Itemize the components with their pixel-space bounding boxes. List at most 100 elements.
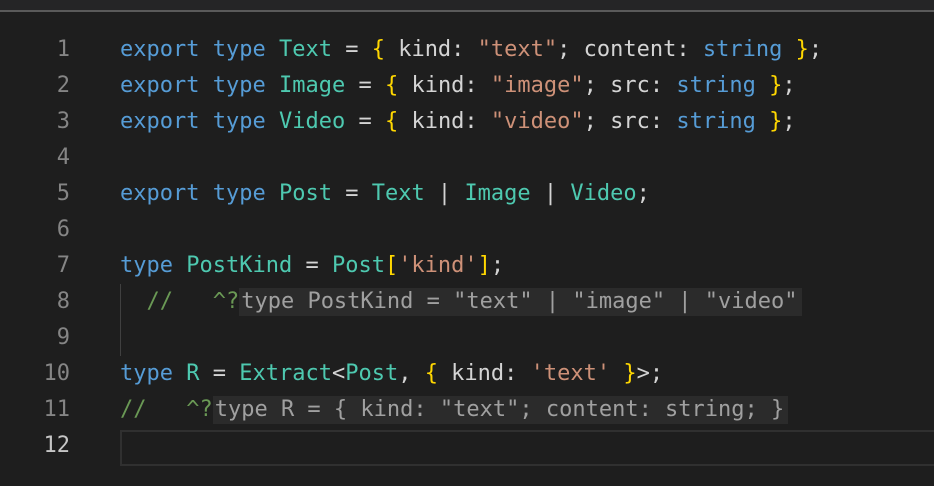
code-line[interactable]: 7 type PostKind = Post['kind']; (0, 248, 934, 284)
code-token: type (120, 361, 173, 386)
code-token: } (769, 109, 783, 134)
code-token: ; (490, 253, 505, 278)
code-token: // ^? (120, 289, 240, 314)
code-line[interactable]: 9 (0, 320, 934, 356)
code-token: string (676, 73, 756, 98)
line-number: 3 (56, 109, 70, 134)
code-token: kind: (398, 73, 491, 98)
code-token: ] (477, 253, 491, 278)
code-token: export (120, 109, 200, 134)
line-number: 6 (56, 217, 70, 242)
code-token: Video (278, 109, 346, 134)
code-token: string (702, 37, 783, 62)
code-token: export (120, 37, 200, 62)
line-code: export type Image = { kind: "image"; src… (120, 68, 796, 104)
line-code: // ^?type R = { kind: "text"; content: s… (120, 392, 789, 428)
code-token: export (120, 181, 200, 206)
line-number: 1 (56, 37, 70, 62)
code-token: [ (384, 253, 399, 278)
code-token: "video" (490, 109, 584, 134)
code-token: { (371, 37, 385, 62)
code-line[interactable]: 10 type R = Extract<Post, { kind: 'text' … (0, 356, 934, 392)
code-line[interactable]: 2 export type Image = { kind: "image"; sr… (0, 68, 934, 104)
code-token: "image" (490, 73, 584, 98)
line-code: type PostKind = Post['kind']; (120, 248, 504, 284)
code-token: ; src: (583, 109, 677, 134)
code-token: Image (278, 73, 346, 98)
code-line[interactable]: 4 (0, 140, 934, 176)
code-token: ; (782, 73, 796, 98)
code-line[interactable]: 12 (0, 428, 934, 466)
code-token: Extract (239, 361, 332, 386)
code-editor[interactable]: 1 export type Text = { kind: "text"; cont… (0, 32, 934, 466)
code-token: // ^? (120, 397, 213, 422)
code-token: = (331, 181, 372, 206)
code-token: type (212, 109, 266, 134)
code-token: = (292, 253, 332, 278)
code-token: { (384, 73, 399, 98)
line-number: 9 (56, 325, 70, 350)
code-token: | (424, 181, 465, 206)
code-token: } (795, 37, 809, 62)
line-code: export type Text = { kind: "text"; conte… (120, 32, 822, 68)
code-token: type (212, 181, 266, 206)
code-token: < (331, 361, 346, 386)
code-token: ; (782, 109, 796, 134)
code-token: 'kind' (398, 253, 478, 278)
line-code: // ^?type PostKind = "text" | "image" | … (120, 284, 802, 320)
code-token: , (398, 361, 425, 386)
code-token: >; (636, 361, 664, 386)
line-code: export type Post = Text | Image | Video; (120, 176, 650, 212)
code-token: Post (331, 253, 385, 278)
code-token: export (120, 73, 200, 98)
code-token: ; content: (557, 37, 703, 62)
code-token: type (212, 37, 266, 62)
line-code: export type Video = { kind: "video"; src… (120, 104, 796, 140)
code-token: 'text' (530, 361, 611, 386)
code-token: "text" (477, 37, 558, 62)
code-token: R (186, 361, 200, 386)
current-line-highlight (120, 430, 934, 466)
code-token: = (345, 109, 385, 134)
code-line[interactable]: 5 export type Post = Text | Image | Video… (0, 176, 934, 212)
line-number: 10 (43, 361, 71, 386)
code-line[interactable]: 8 // ^?type PostKind = "text" | "image" … (0, 284, 934, 320)
code-line[interactable]: 3 export type Video = { kind: "video"; sr… (0, 104, 934, 140)
type-hint: type PostKind = "text" | "image" | "vide… (239, 288, 802, 316)
code-token: ; (636, 181, 650, 206)
code-token: Post (278, 181, 332, 206)
line-number: 5 (56, 181, 70, 206)
editor-tab-bar (0, 0, 934, 12)
line-number: 2 (56, 73, 70, 98)
code-token: type (212, 73, 266, 98)
code-line[interactable]: 11 // ^?type R = { kind: "text"; content:… (0, 392, 934, 428)
code-token: } (623, 361, 637, 386)
code-token: string (676, 109, 756, 134)
code-line[interactable]: 6 (0, 212, 934, 248)
code-token: = (199, 361, 240, 386)
code-token: Image (464, 181, 531, 206)
code-token: kind: (437, 361, 531, 386)
line-number: 8 (56, 289, 70, 314)
line-number: 12 (43, 433, 71, 458)
code-token: = (331, 37, 372, 62)
code-token: { (424, 361, 438, 386)
code-token: | (530, 181, 571, 206)
code-token: type (120, 253, 173, 278)
code-token: Text (371, 181, 425, 206)
code-token: } (769, 73, 783, 98)
code-token: PostKind (186, 253, 293, 278)
code-line[interactable]: 1 export type Text = { kind: "text"; cont… (0, 32, 934, 68)
line-number: 7 (56, 253, 70, 278)
code-token: { (384, 109, 399, 134)
